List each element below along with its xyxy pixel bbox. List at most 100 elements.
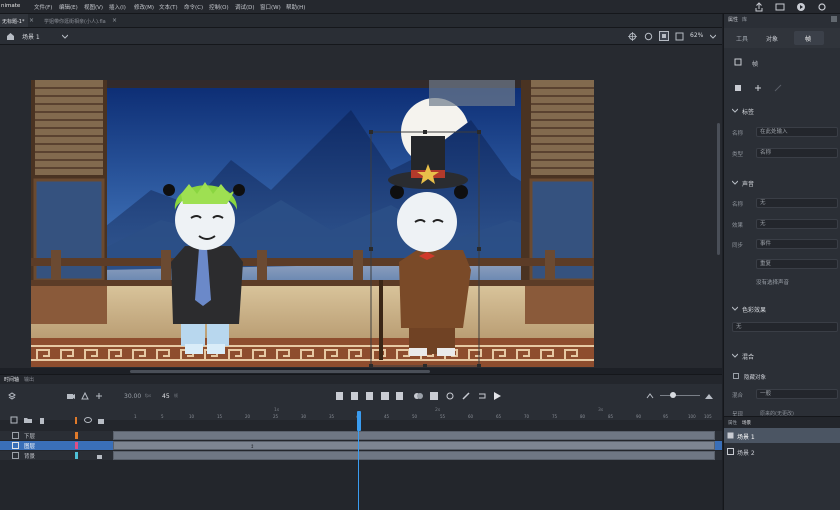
- fps-value[interactable]: 30.00: [124, 393, 141, 400]
- share-icon[interactable]: [754, 2, 764, 12]
- document-tab-active[interactable]: 无标题-1*: [0, 14, 28, 27]
- menu-view[interactable]: 视图(V): [84, 3, 103, 11]
- menu-window[interactable]: 窗口(W): [260, 3, 281, 11]
- layer-color[interactable]: [75, 442, 78, 449]
- label-type-select[interactable]: 名称: [756, 148, 838, 158]
- tab-timeline[interactable]: 时间轴: [4, 376, 19, 383]
- sound-effect-select[interactable]: 无: [756, 219, 838, 229]
- layer-name[interactable]: 背景: [24, 452, 35, 460]
- scene-name[interactable]: 场景 1: [22, 32, 40, 41]
- timeline-zoom-slider[interactable]: [660, 395, 700, 396]
- color-effect-select[interactable]: 无: [732, 322, 838, 332]
- playhead-line[interactable]: [358, 422, 359, 510]
- subtab-object[interactable]: 对象: [766, 34, 778, 43]
- menu-edit[interactable]: 编辑(E): [59, 3, 78, 11]
- layer-color[interactable]: [75, 452, 78, 459]
- menu-file[interactable]: 文件(F): [34, 3, 52, 11]
- ruler-mark: 60: [468, 414, 474, 419]
- sound-repeat-select[interactable]: 重复: [756, 259, 838, 269]
- label-name-input[interactable]: 在此处输入: [756, 127, 838, 137]
- blend-mode-select[interactable]: 一般: [756, 389, 838, 399]
- stage-horizontal-scrollbar[interactable]: [130, 370, 430, 373]
- brush-icon[interactable]: [462, 392, 470, 400]
- sound-sync-select[interactable]: 事件: [756, 239, 838, 249]
- layer-stack-icon[interactable]: [8, 392, 16, 400]
- layer-row-selected[interactable]: 图层: [0, 441, 722, 450]
- layer-row[interactable]: 背景: [0, 451, 722, 460]
- clip-stage-icon[interactable]: [659, 31, 669, 41]
- layer-color[interactable]: [75, 432, 78, 439]
- subtab-frame[interactable]: 帧: [794, 31, 824, 45]
- layer-name[interactable]: 图层: [24, 442, 35, 450]
- menu-help[interactable]: 帮助(H): [286, 3, 305, 11]
- document-tab-second[interactable]: 学姐带你逛街相亲(小人).fla: [44, 14, 114, 27]
- lock-icon[interactable]: [97, 416, 105, 424]
- current-frame[interactable]: 45: [162, 393, 170, 400]
- chevron-down-icon[interactable]: [62, 34, 68, 39]
- frame-span[interactable]: [113, 451, 715, 460]
- more-icon[interactable]: [95, 392, 103, 400]
- tab-output[interactable]: 输出: [24, 376, 34, 383]
- parent-icon[interactable]: [81, 392, 89, 400]
- stage-vertical-scrollbar[interactable]: [717, 123, 720, 255]
- fit-timeline-icon[interactable]: [646, 392, 654, 400]
- fit-icon[interactable]: [675, 32, 684, 41]
- tab-properties[interactable]: 属性: [728, 16, 738, 23]
- frame-span[interactable]: [113, 441, 715, 450]
- menu-control[interactable]: 控制(O): [209, 3, 229, 11]
- onion-skin-icon[interactable]: [414, 392, 423, 400]
- scene-icon[interactable]: [6, 32, 15, 41]
- screen-icon[interactable]: [775, 2, 785, 12]
- keyframe-icon[interactable]: [366, 392, 373, 400]
- chevron-down-icon[interactable]: [710, 34, 716, 39]
- link-icon[interactable]: [774, 84, 782, 92]
- insert-keyframe-icon[interactable]: [381, 392, 389, 400]
- layer-row[interactable]: 下层: [0, 431, 722, 440]
- step-back-icon[interactable]: [351, 392, 358, 400]
- panel-menu-icon[interactable]: [831, 16, 837, 22]
- menu-commands[interactable]: 命令(C): [184, 3, 203, 11]
- tab-library-properties[interactable]: 属性: [728, 420, 737, 426]
- close-icon[interactable]: ×: [29, 17, 34, 24]
- menu-modify[interactable]: 修改(M): [134, 3, 154, 11]
- eye-icon[interactable]: [84, 416, 92, 424]
- folder-icon[interactable]: [24, 416, 32, 424]
- rewind-icon[interactable]: [336, 392, 343, 400]
- camera-icon[interactable]: [67, 392, 75, 400]
- timeline-zoom-handle[interactable]: [670, 392, 676, 398]
- stage-canvas[interactable]: [31, 80, 594, 367]
- menu-debug[interactable]: 调试(D): [235, 3, 255, 11]
- blank-keyframe-icon[interactable]: [396, 392, 403, 400]
- delete-icon[interactable]: [38, 416, 46, 424]
- chevron-down-icon: [732, 353, 738, 358]
- subtab-tools[interactable]: 工具: [736, 34, 748, 43]
- timeline-grid[interactable]: 1s 2s 3s 1 5 10 15 20 25 30 35 40 45 50 …: [0, 408, 722, 510]
- rotate-icon[interactable]: [644, 32, 653, 41]
- new-layer-icon[interactable]: [10, 416, 18, 424]
- scene-list-item-selected[interactable]: 场景 1: [724, 428, 840, 443]
- highlight-icon[interactable]: [75, 417, 77, 424]
- hide-object-checkbox[interactable]: [733, 373, 739, 379]
- lock-icon[interactable]: [96, 452, 103, 459]
- play-circle-icon[interactable]: [796, 2, 806, 12]
- center-stage-icon[interactable]: [628, 32, 637, 41]
- loop-icon[interactable]: [430, 392, 438, 400]
- frame-span[interactable]: [113, 431, 715, 440]
- play-icon[interactable]: [494, 392, 501, 400]
- close-icon[interactable]: ×: [112, 17, 117, 24]
- zoom-level[interactable]: 62%: [690, 32, 703, 39]
- sound-name-select[interactable]: 无: [756, 198, 838, 208]
- layer-name[interactable]: 下层: [24, 432, 35, 440]
- scene-list-item[interactable]: 场景 2: [724, 444, 840, 459]
- tab-library[interactable]: 库: [742, 16, 747, 23]
- return-icon[interactable]: [478, 392, 487, 400]
- mountain-large-icon[interactable]: [705, 392, 713, 400]
- menu-text[interactable]: 文本(T): [159, 3, 178, 11]
- keyframe-prop-icon[interactable]: [734, 84, 742, 92]
- settings-icon[interactable]: [817, 2, 827, 12]
- menu-insert[interactable]: 插入(I): [109, 3, 126, 11]
- tab-scenes[interactable]: 场景: [742, 420, 751, 426]
- edit-frames-icon[interactable]: [446, 392, 454, 400]
- tween-icon[interactable]: [754, 84, 762, 92]
- frame-ruler[interactable]: 1s 2s 3s 1 5 10 15 20 25 30 35 40 45 50 …: [0, 408, 722, 420]
